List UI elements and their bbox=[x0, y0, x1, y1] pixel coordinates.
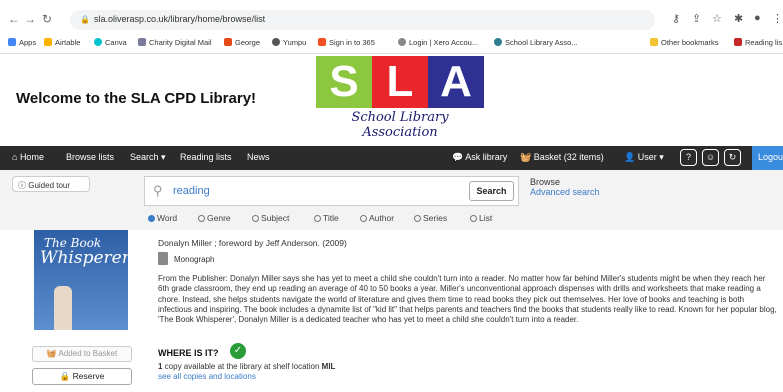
key-icon[interactable]: ⚷ bbox=[672, 12, 680, 25]
nav-news[interactable]: News bbox=[247, 152, 270, 162]
radio-series[interactable]: Series bbox=[414, 213, 447, 223]
available-check-icon: ✓ bbox=[230, 343, 246, 359]
bookmarks-bar: Apps Airtable Canva Charity Digital Mail… bbox=[0, 34, 783, 52]
back-icon[interactable]: ← bbox=[8, 12, 20, 26]
book-icon bbox=[158, 252, 168, 265]
bookmark-other[interactable]: Other bookmarks bbox=[650, 38, 719, 47]
logout-button[interactable]: Logout bbox=[752, 146, 783, 170]
menu-icon[interactable]: ⋮ bbox=[772, 12, 783, 25]
browser-chrome: ← → ↻ 🔒 sla.oliverasp.co.uk/library/home… bbox=[0, 0, 783, 54]
bookmark-office[interactable]: Sign in to 365 bbox=[318, 38, 375, 47]
star-icon[interactable]: ☆ bbox=[712, 12, 722, 25]
bookmark-sla[interactable]: School Library Asso... bbox=[494, 38, 578, 47]
nav-browse-lists[interactable]: Browse lists bbox=[66, 152, 114, 162]
logo-letter-s: S bbox=[316, 56, 372, 108]
radio-list[interactable]: List bbox=[470, 213, 492, 223]
cover-title-line2: Whisperer bbox=[40, 248, 128, 268]
lock-icon: 🔒 bbox=[59, 371, 73, 381]
search-query: reading bbox=[173, 185, 210, 197]
page-title: Welcome to the SLA CPD Library! bbox=[16, 90, 257, 107]
basket-icon: 🧺 bbox=[520, 152, 534, 162]
nav-reading-lists[interactable]: Reading lists bbox=[180, 152, 232, 162]
radio-subject[interactable]: Subject bbox=[252, 213, 289, 223]
reload-icon[interactable]: ↻ bbox=[42, 12, 52, 26]
author-line: Donalyn Miller ; foreword by Jeff Anders… bbox=[158, 238, 347, 248]
profile-icon[interactable]: ● bbox=[754, 12, 761, 24]
basket-icon: 🧺 bbox=[46, 349, 59, 358]
see-all-copies-link[interactable]: see all copies and locations bbox=[158, 372, 256, 381]
chat-icon: 💬 bbox=[452, 152, 466, 162]
radio-word[interactable]: Word bbox=[148, 213, 177, 223]
radio-title[interactable]: Title bbox=[314, 213, 339, 223]
nav-basket[interactable]: 🧺 Basket (32 items) bbox=[520, 152, 604, 163]
bookmark-reading-list[interactable]: Reading lis bbox=[734, 38, 782, 47]
logo-letter-a: A bbox=[428, 56, 484, 108]
search-button[interactable]: Search bbox=[469, 181, 514, 201]
nav-user[interactable]: 👤 User ▾ bbox=[624, 152, 664, 163]
logo-subtitle: School Library Association bbox=[351, 110, 449, 140]
radio-genre[interactable]: Genre bbox=[198, 213, 231, 223]
user-icon: 👤 bbox=[624, 152, 638, 162]
info-icon: ⓘ bbox=[18, 181, 29, 190]
url-text: sla.oliverasp.co.uk/library/home/browse/… bbox=[94, 14, 266, 24]
book-cover[interactable]: The Book Whisperer bbox=[34, 230, 128, 330]
bookmark-canva[interactable]: Canva bbox=[94, 38, 127, 47]
bookmark-charity-digital[interactable]: Charity Digital Mail bbox=[138, 38, 212, 47]
advanced-search-link[interactable]: Advanced search bbox=[530, 187, 600, 197]
reserve-button[interactable]: 🔒 Reserve bbox=[32, 368, 132, 385]
bookmark-apps[interactable]: Apps bbox=[8, 38, 36, 47]
home-icon: ⌂ bbox=[12, 152, 20, 162]
caret-down-icon: ▾ bbox=[656, 152, 664, 162]
main-nav: ⌂ Home Browse lists Search ▾ Reading lis… bbox=[0, 146, 783, 170]
nav-home[interactable]: ⌂ Home bbox=[12, 152, 44, 162]
cover-figure bbox=[54, 286, 72, 330]
search-icon: ⚲ bbox=[153, 183, 163, 198]
extensions-icon[interactable]: ✱ bbox=[734, 12, 743, 25]
added-to-basket-button[interactable]: 🧺 Added to Basket bbox=[32, 346, 132, 362]
sla-logo[interactable]: S L A School Library Association bbox=[316, 56, 484, 140]
copies-available: 1 copy available at the library at shelf… bbox=[158, 362, 336, 371]
nav-ask-library[interactable]: 💬 Ask library bbox=[452, 152, 507, 163]
accessibility-icon[interactable]: ☺ bbox=[702, 149, 719, 166]
search-input[interactable]: ⚲ reading bbox=[144, 176, 519, 206]
address-bar[interactable]: 🔒 sla.oliverasp.co.uk/library/home/brows… bbox=[70, 10, 655, 30]
share-icon[interactable]: ⇪ bbox=[692, 12, 701, 25]
bookmark-george[interactable]: George bbox=[224, 38, 260, 47]
format-label: Monograph bbox=[174, 255, 215, 264]
bookmark-xero[interactable]: Login | Xero Accou... bbox=[398, 38, 478, 47]
help-icon[interactable]: ? bbox=[680, 149, 697, 166]
logo-letter-l: L bbox=[372, 56, 428, 108]
caret-down-icon: ▾ bbox=[158, 152, 166, 162]
refresh-icon[interactable]: ↻ bbox=[724, 149, 741, 166]
forward-icon[interactable]: → bbox=[24, 12, 36, 26]
where-is-it-heading: WHERE IS IT? bbox=[158, 348, 219, 358]
bookmark-airtable[interactable]: Airtable bbox=[44, 38, 80, 47]
bookmark-yumpu[interactable]: Yumpu bbox=[272, 38, 306, 47]
browse-link[interactable]: Browse bbox=[530, 177, 560, 187]
lock-icon: 🔒 bbox=[80, 15, 90, 24]
guided-tour-button[interactable]: ⓘ Guided tour bbox=[12, 176, 90, 192]
book-description: From the Publisher: Donalyn Miller says … bbox=[158, 274, 777, 325]
nav-search[interactable]: Search ▾ bbox=[130, 152, 166, 163]
radio-author[interactable]: Author bbox=[360, 213, 394, 223]
